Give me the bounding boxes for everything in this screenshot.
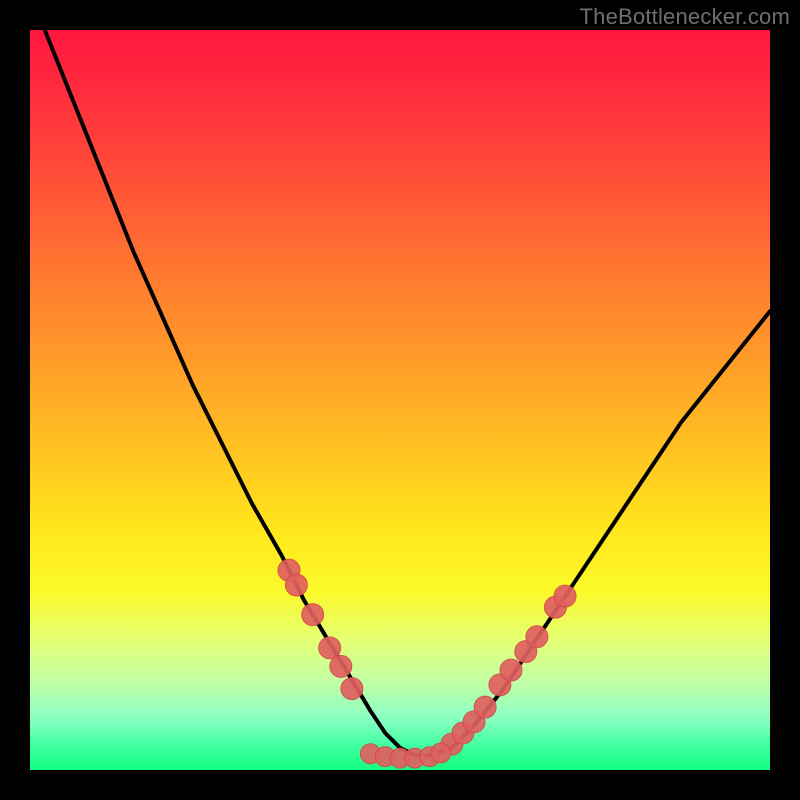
chart-frame: TheBottlenecker.com <box>0 0 800 800</box>
marker-left <box>285 574 307 596</box>
bottleneck-curve <box>45 30 770 755</box>
plot-area <box>30 30 770 770</box>
marker-right <box>526 626 548 648</box>
marker-right <box>500 659 522 681</box>
marker-left <box>341 678 363 700</box>
marker-right <box>474 696 496 718</box>
marker-right <box>554 585 576 607</box>
watermark-text: TheBottlenecker.com <box>580 4 790 30</box>
marker-left <box>302 604 324 626</box>
marker-left <box>330 655 352 677</box>
chart-svg <box>30 30 770 770</box>
marker-bottom <box>431 743 451 763</box>
